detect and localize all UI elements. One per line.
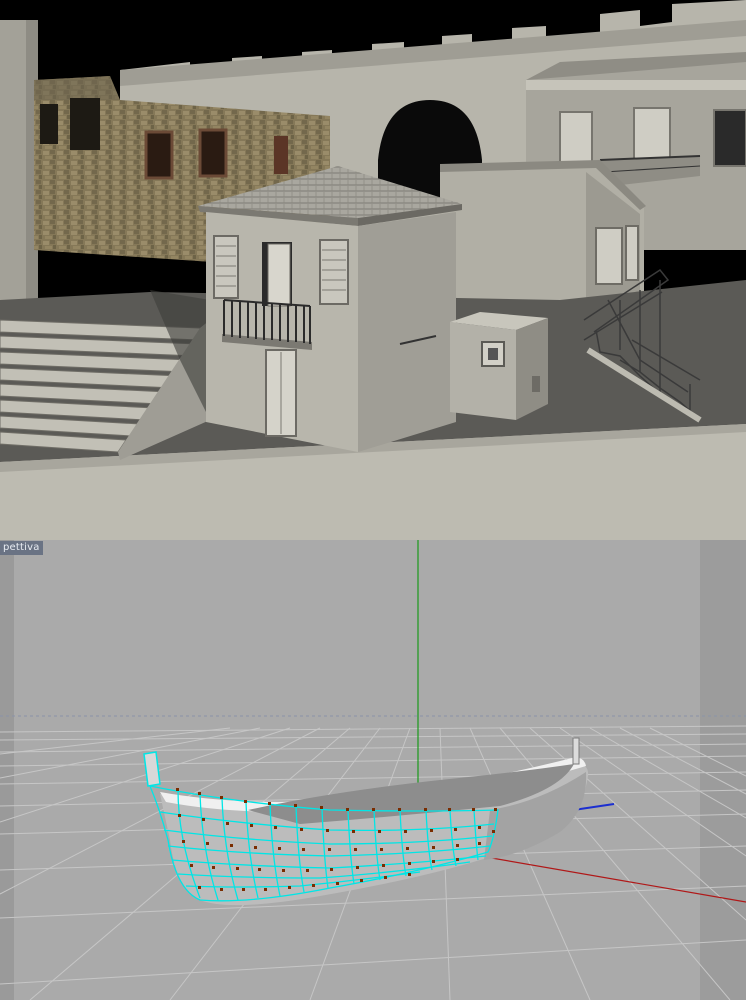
viewport-name-label[interactable]: pettiva: [0, 541, 43, 555]
main-house: [198, 166, 462, 452]
perspective-viewport[interactable]: pettiva: [0, 540, 746, 1000]
viewport-canvas[interactable]: [0, 540, 746, 1000]
small-cube-building: [450, 312, 548, 420]
render-preview-panel: [0, 0, 746, 540]
render-scene: [0, 0, 746, 540]
